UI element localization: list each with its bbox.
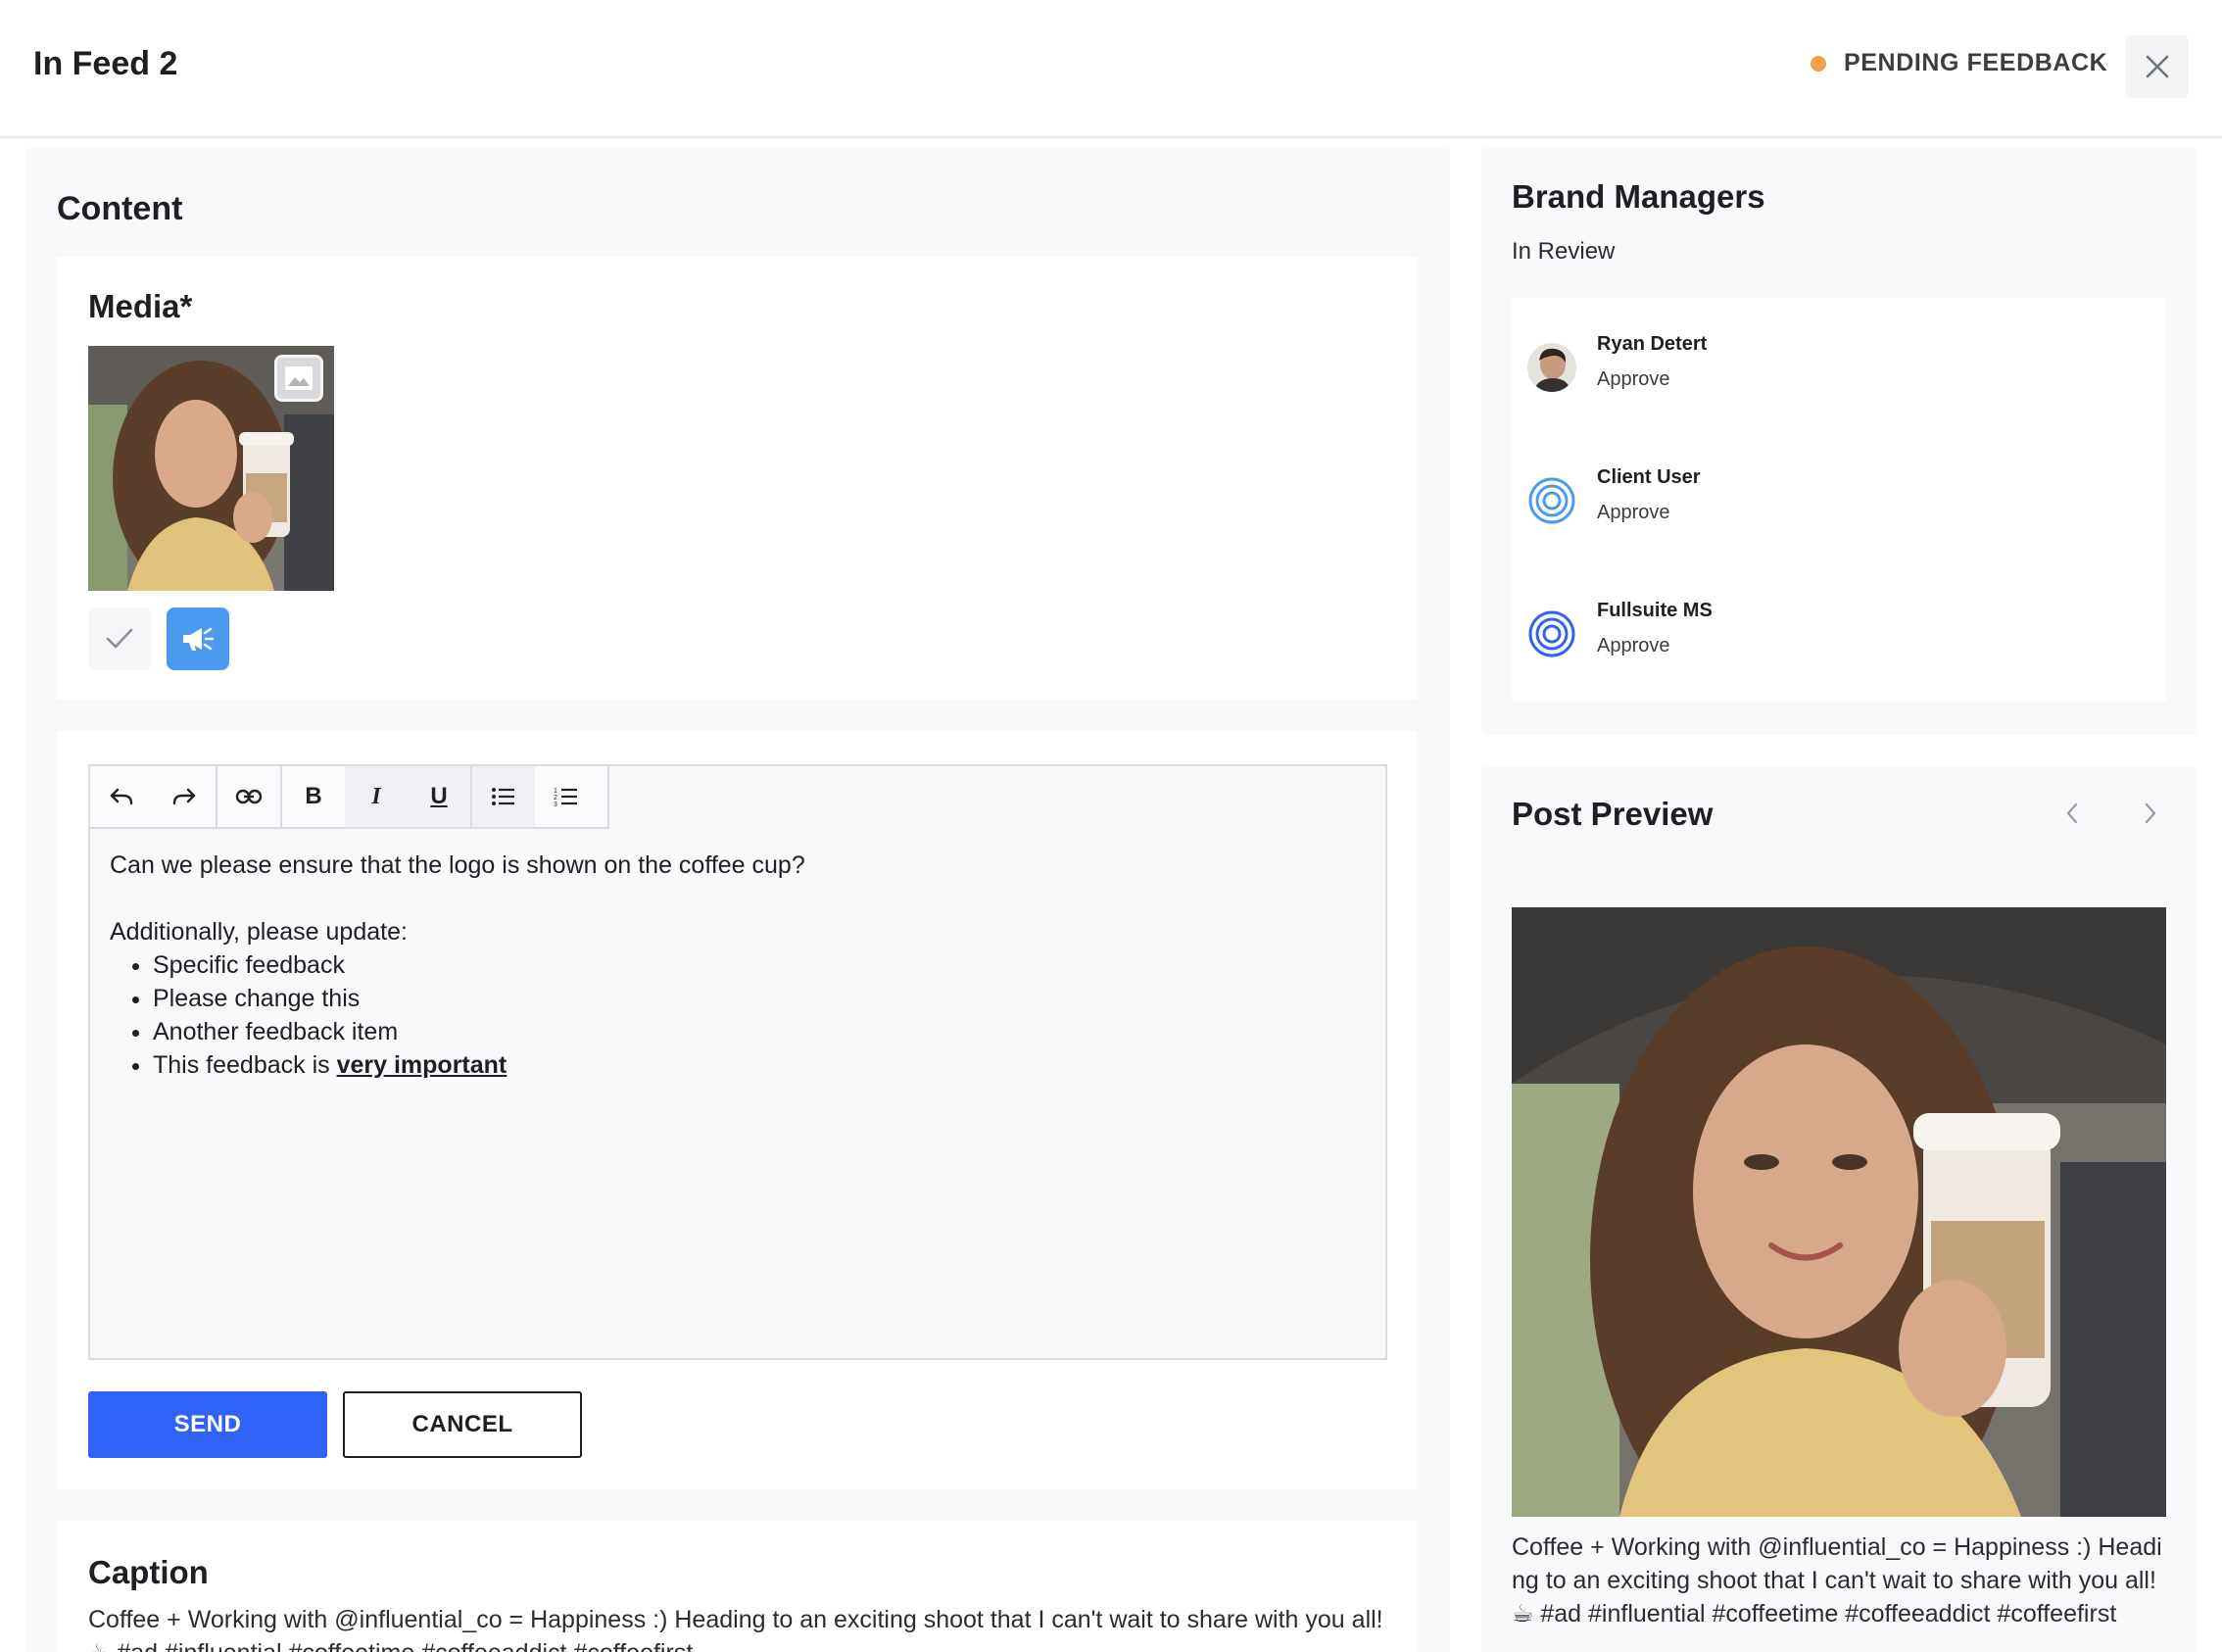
manager-name: Fullsuite MS [1597, 600, 1713, 621]
status-badge: PENDING FEEDBACK [1811, 49, 2107, 77]
approve-media-button[interactable] [88, 607, 151, 670]
user-photo [1527, 343, 1576, 392]
brand-managers-heading: Brand Managers [1512, 178, 1765, 215]
editor-toolbar: B I U 1 2 3 [90, 766, 609, 829]
list-item: Another feedback item [153, 1015, 1366, 1048]
manager-item: Fullsuite MS Approve [1512, 590, 2166, 668]
media-label: Media* [88, 288, 193, 324]
send-button[interactable]: SEND [88, 1391, 327, 1458]
chevron-right-icon [2145, 802, 2156, 824]
post-preview-image [1512, 907, 2166, 1517]
manager-item: Client User Approve [1512, 457, 2166, 535]
avatar [1527, 343, 1576, 392]
manager-name: Ryan Detert [1597, 333, 1708, 355]
review-status-label: In Review [1512, 238, 1616, 265]
manager-list: Ryan Detert Approve Client User Approve … [1512, 298, 2166, 702]
manager-name: Client User [1597, 466, 1701, 488]
manager-action: Approve [1597, 635, 1670, 656]
undo-icon [110, 788, 133, 805]
italic-button[interactable]: I [345, 766, 408, 827]
close-icon [2146, 55, 2169, 78]
page-title: In Feed 2 [33, 45, 178, 82]
editor-content[interactable]: Can we please ensure that the logo is sh… [110, 849, 1366, 1082]
image-type-badge [274, 355, 323, 402]
link-group [217, 766, 282, 827]
history-group [90, 766, 217, 827]
numbered-list-button[interactable]: 1 2 3 [535, 766, 598, 827]
checkmark-icon [106, 628, 133, 649]
next-button[interactable] [2136, 799, 2165, 828]
manager-item: Ryan Detert Approve [1512, 323, 2166, 402]
editor-line: Additionally, please update: [110, 918, 408, 946]
list-item: Specific feedback [153, 948, 1366, 982]
feedback-editor[interactable]: B I U 1 2 3 Can we please ensure that th… [88, 764, 1387, 1360]
feedback-list: Specific feedback Please change this Ano… [133, 948, 1366, 1082]
status-label: PENDING FEEDBACK [1844, 49, 2108, 76]
image-icon [285, 366, 313, 390]
redo-button[interactable] [153, 766, 216, 827]
svg-text:1: 1 [554, 788, 557, 795]
bullet-list-icon [492, 788, 514, 805]
link-icon [235, 789, 263, 804]
status-dot-icon [1811, 55, 1826, 72]
avatar [1527, 476, 1576, 525]
target-icon [1528, 610, 1575, 657]
format-group: B I U [282, 766, 472, 827]
previous-button[interactable] [2057, 799, 2087, 828]
numbered-list-icon: 1 2 3 [554, 788, 577, 807]
undo-button[interactable] [90, 766, 153, 827]
manager-action: Approve [1597, 368, 1670, 390]
post-preview-heading: Post Preview [1512, 796, 1714, 832]
bullet-list-button[interactable] [472, 766, 535, 827]
cancel-button[interactable]: CANCEL [343, 1391, 582, 1458]
preview-caption: Coffee + Working with @influential_co = … [1512, 1533, 2162, 1628]
bold-icon: B [305, 783, 322, 809]
underline-button[interactable]: U [408, 766, 470, 827]
list-group: 1 2 3 [472, 766, 598, 827]
editor-line: Can we please ensure that the logo is sh… [110, 851, 805, 879]
list-item: Please change this [153, 982, 1366, 1015]
caption-heading: Caption [88, 1554, 209, 1590]
italic-icon: I [371, 783, 381, 809]
promote-media-button[interactable] [167, 607, 229, 670]
manager-action: Approve [1597, 502, 1670, 523]
caption-text: Coffee + Working with @influential_co = … [88, 1606, 1383, 1652]
emphasis-text: very important [336, 1051, 507, 1079]
svg-text:2: 2 [554, 795, 557, 802]
list-item-text: This feedback is [153, 1051, 337, 1079]
modal-header: In Feed 2 PENDING FEEDBACK [0, 0, 2222, 138]
avatar [1527, 609, 1576, 658]
svg-text:3: 3 [554, 802, 557, 807]
redo-icon [172, 788, 196, 805]
underline-icon: U [430, 783, 448, 809]
list-item: This feedback is very important [153, 1048, 1366, 1082]
target-icon [1528, 477, 1575, 524]
content-heading: Content [57, 190, 183, 227]
bold-button[interactable]: B [282, 766, 345, 827]
megaphone-icon [183, 627, 215, 651]
chevron-left-icon [2066, 802, 2078, 824]
preview-photo [1512, 907, 2166, 1517]
link-button[interactable] [217, 766, 280, 827]
close-button[interactable] [2126, 35, 2189, 98]
